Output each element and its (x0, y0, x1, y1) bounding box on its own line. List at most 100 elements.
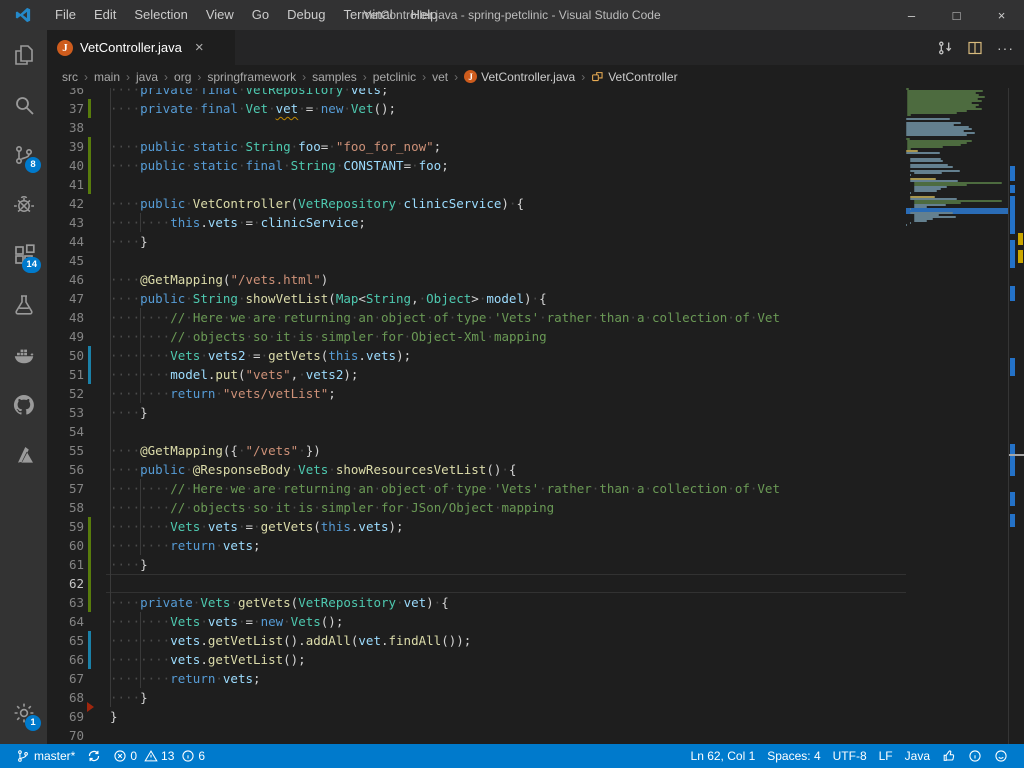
code-line[interactable]: 37····private·final·Vet·vet·=·new·Vet(); (47, 99, 1024, 118)
code-line[interactable]: 57········//·Here·we·are·returning·an·ob… (47, 479, 1024, 498)
statusbar-cursor-position[interactable]: Ln 62, Col 1 (685, 744, 762, 768)
activitybar-explorer[interactable] (0, 30, 47, 80)
menu-help[interactable]: Help (402, 0, 447, 30)
overview-cursor-mark (1009, 454, 1024, 456)
statusbar-notifications[interactable] (962, 744, 988, 768)
code-line[interactable]: 63····private·Vets·getVets(VetRepository… (47, 593, 1024, 612)
overview-modified-mark (1010, 444, 1015, 476)
statusbar-branch-status[interactable]: master* (10, 744, 81, 768)
code-line[interactable]: 47····public·String·showVetList(Map<Stri… (47, 289, 1024, 308)
breadcrumb-item-springframework[interactable]: springframework (207, 70, 296, 84)
current-line-highlight (106, 574, 906, 593)
code-line[interactable]: 43········this.vets·=·clinicService; (47, 213, 1024, 232)
tab-vetcontroller[interactable]: J VetController.java × (47, 30, 235, 65)
menu-terminal[interactable]: Terminal (334, 0, 401, 30)
breadcrumb-item-petclinic[interactable]: petclinic (373, 70, 416, 84)
activitybar-test[interactable] (0, 280, 47, 330)
code-line[interactable]: 49········//·objects·so·it·is·simpler·fo… (47, 327, 1024, 346)
activitybar-settings[interactable]: 1 (0, 688, 47, 738)
menu-view[interactable]: View (197, 0, 243, 30)
menu-debug[interactable]: Debug (278, 0, 334, 30)
chevron-right-icon: › (578, 70, 588, 84)
code-line[interactable]: 67········return·vets; (47, 669, 1024, 688)
breadcrumb-item-main[interactable]: main (94, 70, 120, 84)
statusbar-feedback[interactable] (988, 744, 1014, 768)
branch-icon (16, 749, 30, 763)
code-line[interactable]: 44····} (47, 232, 1024, 251)
code-line[interactable]: 45 (47, 251, 1024, 270)
breadcrumb-item-java[interactable]: java (136, 70, 158, 84)
line-number: 56 (47, 460, 84, 479)
code-line[interactable]: 64········Vets·vets·=·new·Vets(); (47, 612, 1024, 631)
code-text: ····@GetMapping({·"/vets"·}) (110, 441, 321, 460)
minimap[interactable] (906, 88, 1008, 744)
code-line[interactable]: 62 (47, 574, 1024, 593)
code-line[interactable]: 53····} (47, 403, 1024, 422)
menu-selection[interactable]: Selection (125, 0, 196, 30)
close-button[interactable]: × (979, 0, 1024, 30)
code-line[interactable]: 42····public·VetController(VetRepository… (47, 194, 1024, 213)
menu-go[interactable]: Go (243, 0, 278, 30)
minimap-line (906, 118, 950, 120)
code-line[interactable]: 40····public·static·final·String·CONSTAN… (47, 156, 1024, 175)
activity-bottom: 1 (0, 688, 47, 738)
more-actions-button[interactable]: ··· (997, 40, 1014, 56)
code-line[interactable]: 58········//·objects·so·it·is·simpler·fo… (47, 498, 1024, 517)
code-line[interactable]: 51········model.put("vets",·vets2); (47, 365, 1024, 384)
activitybar-run-and-debug[interactable] (0, 180, 47, 230)
code-line[interactable]: 69} (47, 707, 1024, 726)
split-editor-icon[interactable] (967, 40, 983, 56)
code-line[interactable]: 50········Vets·vets2·=·getVets(this.vets… (47, 346, 1024, 365)
code-line[interactable]: 65········vets.getVetList().addAll(vet.f… (47, 631, 1024, 650)
code-line[interactable]: 70 (47, 726, 1024, 744)
breadcrumb-item-vetcontroller-java[interactable]: JVetController.java (464, 70, 575, 84)
menu-file[interactable]: File (46, 0, 85, 30)
code-line[interactable]: 48········//·Here·we·are·returning·an·ob… (47, 308, 1024, 327)
activitybar-github[interactable] (0, 380, 47, 430)
breadcrumb-item-vet[interactable]: vet (432, 70, 448, 84)
menu-edit[interactable]: Edit (85, 0, 125, 30)
activity-bar: 8 14 1 (0, 30, 47, 744)
code-line[interactable]: 66········vets.getVetList(); (47, 650, 1024, 669)
code-line[interactable]: 38 (47, 118, 1024, 137)
activitybar-docker[interactable] (0, 330, 47, 380)
maximize-button[interactable]: □ (934, 0, 979, 30)
statusbar-java-status[interactable] (936, 744, 962, 768)
open-changes-icon[interactable] (937, 40, 953, 56)
statusbar-indentation[interactable]: Spaces: 4 (761, 744, 826, 768)
minimize-button[interactable]: – (889, 0, 934, 30)
code-line[interactable]: 46····@GetMapping("/vets.html") (47, 270, 1024, 289)
breadcrumb-item-org[interactable]: org (174, 70, 191, 84)
breadcrumb-item-vetcontroller[interactable]: VetController (591, 70, 677, 84)
line-number: 62 (47, 574, 84, 593)
line-number: 60 (47, 536, 84, 555)
statusbar-eol[interactable]: LF (873, 744, 899, 768)
statusbar-sync-button[interactable] (81, 744, 107, 768)
code-text: ····private·final·Vet·vet·=·new·Vet(); (110, 99, 396, 118)
code-line[interactable]: 56····public·@ResponseBody·Vets·showReso… (47, 460, 1024, 479)
encoding-label: UTF-8 (833, 749, 867, 763)
code-line[interactable]: 36····private·final·VetRepository·vets; (47, 88, 1024, 99)
activitybar-source-control[interactable]: 8 (0, 130, 47, 180)
breadcrumb-item-samples[interactable]: samples (312, 70, 357, 84)
code-line[interactable]: 39····public·static·String·foo=·"foo_for… (47, 137, 1024, 156)
close-icon[interactable]: × (195, 39, 204, 56)
code-line[interactable]: 55····@GetMapping({·"/vets"·}) (47, 441, 1024, 460)
code-line[interactable]: 52········return·"vets/vetList"; (47, 384, 1024, 403)
breadcrumb-label: petclinic (373, 70, 416, 84)
code-line[interactable]: 61····} (47, 555, 1024, 574)
breadcrumb-item-src[interactable]: src (62, 70, 78, 84)
activitybar-search[interactable] (0, 80, 47, 130)
code-line[interactable]: 60········return·vets; (47, 536, 1024, 555)
code-line[interactable]: 68····} (47, 688, 1024, 707)
code-line[interactable]: 41 (47, 175, 1024, 194)
scrollbar[interactable] (1008, 88, 1024, 744)
statusbar-encoding[interactable]: UTF-8 (827, 744, 873, 768)
code-line[interactable]: 54 (47, 422, 1024, 441)
activitybar-extensions[interactable]: 14 (0, 230, 47, 280)
activitybar-azure[interactable] (0, 430, 47, 480)
statusbar-language-mode[interactable]: Java (899, 744, 936, 768)
code-editor[interactable]: 36····private·final·VetRepository·vets;3… (47, 88, 1024, 744)
code-line[interactable]: 59········Vets·vets·=·getVets(this.vets)… (47, 517, 1024, 536)
statusbar-problems[interactable]: 0136 (107, 744, 215, 768)
